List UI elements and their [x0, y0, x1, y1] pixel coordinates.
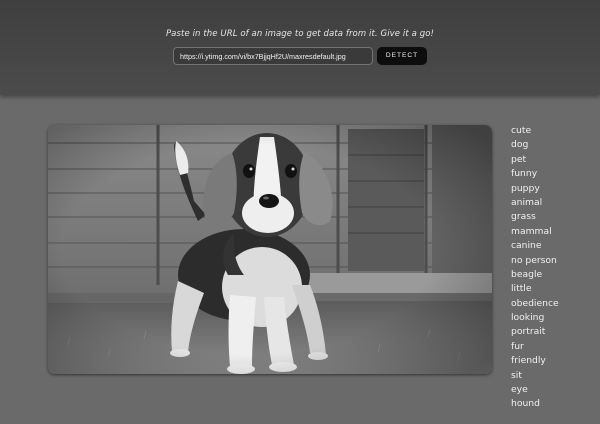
tag-item: friendly	[511, 355, 546, 367]
tag-list: cute dog pet funny puppy animal grass ma…	[511, 124, 559, 412]
tag-item: little	[511, 283, 532, 295]
tag-item: funny	[511, 168, 538, 180]
tag-item: no person	[511, 254, 557, 266]
tag-item: hound	[511, 398, 540, 410]
tag-item: puppy	[511, 182, 540, 194]
tag-item: sit	[511, 369, 522, 381]
tag-item: fur	[511, 340, 524, 352]
image-url-input[interactable]	[173, 47, 373, 65]
tag-item: looking	[511, 312, 545, 324]
detect-button[interactable]: DETECT	[377, 47, 427, 65]
tagline-text: Paste in the URL of an image to get data…	[165, 29, 435, 39]
tag-item: grass	[511, 211, 536, 223]
header-bar: Paste in the URL of an image to get data…	[0, 0, 600, 95]
tag-item: dog	[511, 139, 529, 151]
analyzed-photo	[48, 125, 492, 374]
tag-item: beagle	[511, 268, 543, 280]
tag-item: cute	[511, 125, 532, 136]
beagle-puppy-image	[48, 125, 492, 374]
tag-item: eye	[511, 384, 528, 396]
tag-item: mammal	[511, 225, 552, 237]
tag-item: canine	[511, 240, 542, 252]
tag-item: portrait	[511, 326, 546, 338]
tag-item: obedience	[511, 297, 559, 309]
tag-item: pet	[511, 153, 527, 165]
tag-item: animal	[511, 196, 543, 208]
